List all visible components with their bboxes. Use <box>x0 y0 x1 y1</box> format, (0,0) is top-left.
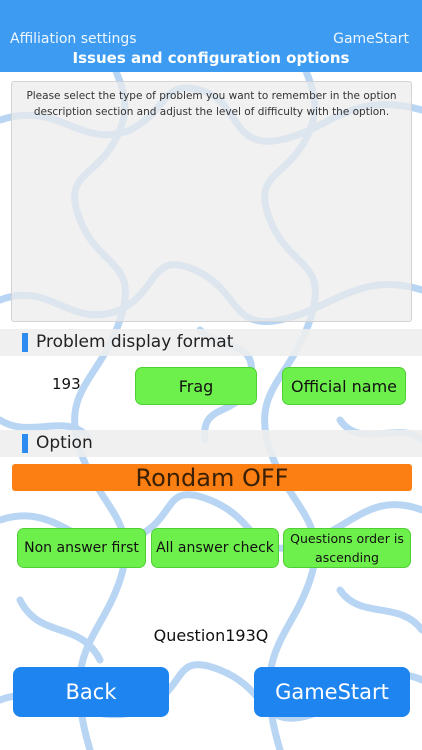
gamestart-link[interactable]: GameStart <box>333 31 409 47</box>
section-marker <box>22 333 28 352</box>
all-answer-check-button[interactable]: All answer check <box>151 528 279 568</box>
section-label: Problem display format <box>36 332 234 352</box>
option-section: Option <box>0 430 422 457</box>
description-panel: Please select the type of problem you wa… <box>11 81 412 322</box>
official-name-button[interactable]: Official name <box>282 367 406 405</box>
problem-count: 193 <box>52 375 81 393</box>
description-text: Please select the type of problem you wa… <box>26 90 397 118</box>
random-toggle[interactable]: Rondam OFF <box>12 464 412 492</box>
question-label: Question193Q <box>153 626 269 645</box>
problem-display-format-section: Problem display format <box>0 329 422 356</box>
questions-order-button[interactable]: Questions order is ascending <box>283 528 411 568</box>
non-answer-first-button[interactable]: Non answer first <box>17 528 146 568</box>
back-button[interactable]: Back <box>13 667 169 717</box>
section-marker <box>22 434 28 453</box>
frag-button[interactable]: Frag <box>135 367 257 405</box>
affiliation-settings-link[interactable]: Affiliation settings <box>10 31 137 47</box>
page-title: Issues and configuration options <box>72 49 350 67</box>
section-label: Option <box>36 433 93 453</box>
gamestart-button[interactable]: GameStart <box>254 667 410 717</box>
